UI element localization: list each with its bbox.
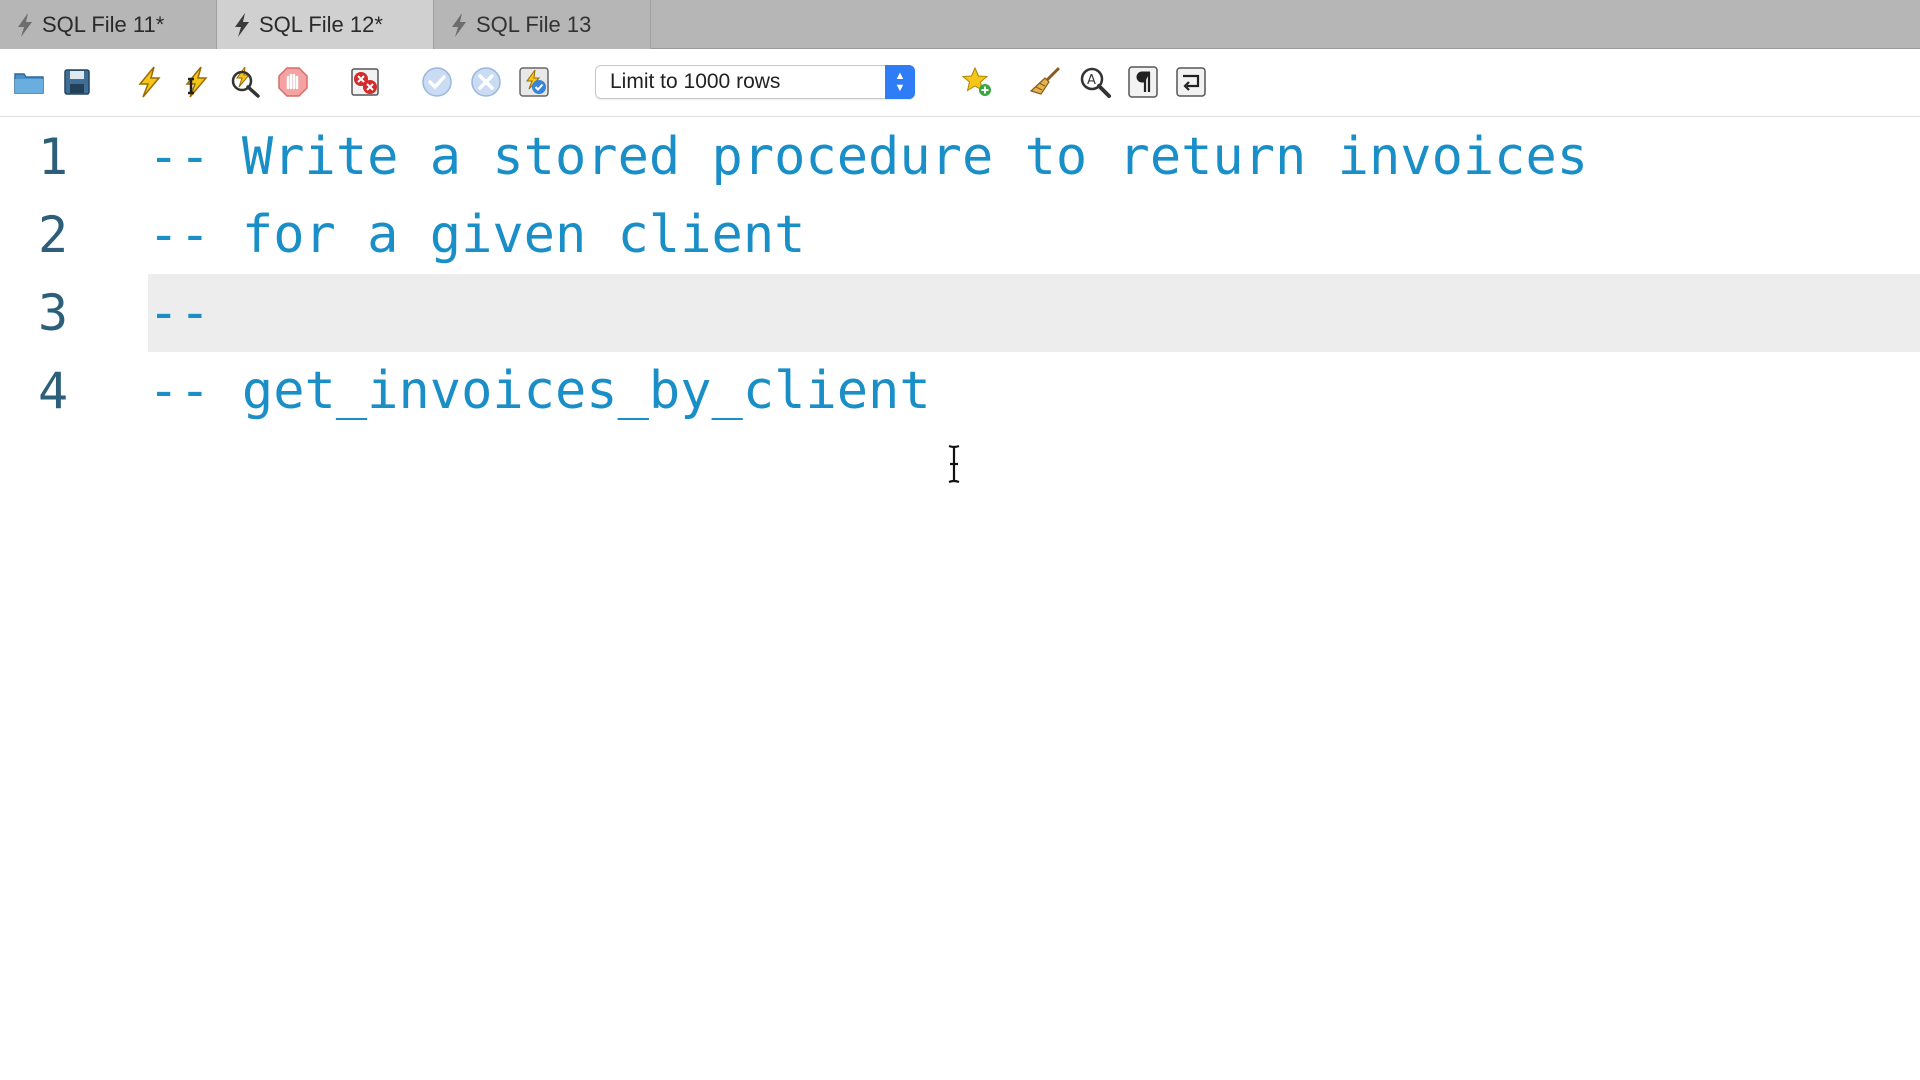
commit-button[interactable] (418, 63, 456, 101)
code-text[interactable]: -- (148, 274, 1920, 352)
lightning-icon (235, 12, 249, 37)
invisible-chars-icon (1128, 66, 1158, 98)
toggle-stop-on-error-button[interactable] (346, 63, 384, 101)
stop-icon (278, 67, 308, 97)
tab-sql-file-12[interactable]: SQL File 12* (217, 0, 434, 49)
open-file-button[interactable] (10, 63, 48, 101)
toggle-word-wrap-button[interactable] (1172, 63, 1210, 101)
stop-button[interactable] (274, 63, 312, 101)
tab-label: SQL File 13 (476, 11, 592, 37)
execute-current-statement-button[interactable] (177, 63, 215, 101)
commit-icon (422, 67, 452, 97)
code-text[interactable]: -- Write a stored procedure to return in… (148, 118, 1920, 196)
limit-rows-select[interactable]: Limit to 1000 rows ▲ ▼ (595, 65, 915, 99)
save-icon (64, 69, 90, 95)
editor-toolbar: Limit to 1000 rows ▲ ▼ A (0, 49, 1920, 117)
beautify-button[interactable] (1026, 63, 1064, 101)
line-number: 4 (38, 362, 69, 420)
sql-editor[interactable]: 1 -- Write a stored procedure to return … (0, 118, 1920, 1080)
execute-icon (138, 66, 161, 98)
tab-bar: SQL File 11* SQL File 12* SQL File 13 (0, 0, 1920, 49)
autocommit-toggle-button[interactable] (515, 63, 553, 101)
lightning-icon (18, 12, 32, 37)
line-number: 1 (38, 128, 69, 186)
svg-text:A: A (1087, 73, 1096, 88)
find-icon: A (1080, 67, 1111, 98)
code-text[interactable]: -- for a given client (148, 196, 1920, 274)
explain-icon (231, 66, 260, 98)
code-line[interactable]: 2 -- for a given client (0, 196, 1920, 274)
lightning-icon (452, 12, 466, 37)
toggle-invisible-characters-button[interactable] (1124, 63, 1162, 101)
rollback-icon (471, 67, 501, 97)
tab-sql-file-13[interactable]: SQL File 13 (434, 0, 651, 49)
select-arrows-icon: ▲ ▼ (885, 65, 915, 99)
rollback-button[interactable] (467, 63, 505, 101)
add-snippet-icon (961, 66, 991, 96)
code-line-current[interactable]: 3 -- (0, 274, 1920, 352)
tab-label: SQL File 12* (259, 11, 383, 37)
toggle-error-icon (351, 68, 379, 96)
text-cursor-icon (948, 444, 960, 484)
tab-sql-file-11[interactable]: SQL File 11* (0, 0, 217, 49)
execute-current-icon (185, 66, 208, 98)
word-wrap-icon (1176, 67, 1206, 97)
find-button[interactable]: A (1076, 63, 1114, 101)
execute-button[interactable] (130, 63, 168, 101)
line-number: 2 (38, 206, 69, 264)
tab-label: SQL File 11* (42, 11, 165, 37)
limit-rows-value: Limit to 1000 rows (610, 70, 781, 93)
code-line[interactable]: 4 -- get_invoices_by_client (0, 352, 1920, 430)
autocommit-icon (519, 67, 549, 97)
open-folder-icon (14, 73, 44, 94)
code-text[interactable]: -- get_invoices_by_client (148, 352, 1920, 430)
line-number: 3 (38, 284, 69, 342)
beautify-icon (1029, 67, 1060, 95)
add-snippet-button[interactable] (958, 63, 996, 101)
code-line[interactable]: 1 -- Write a stored procedure to return … (0, 118, 1920, 196)
explain-button[interactable] (225, 63, 263, 101)
save-button[interactable] (58, 63, 96, 101)
